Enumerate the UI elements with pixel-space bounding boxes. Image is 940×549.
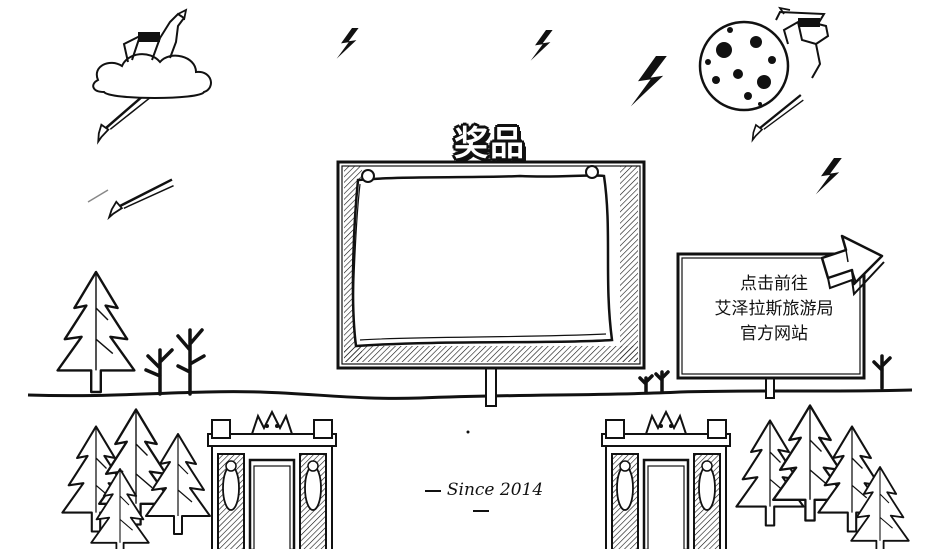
tourism-site-link[interactable]: 点击前往 艾泽拉斯旅游局 官方网站	[678, 234, 888, 382]
since-text: Since 2014	[446, 480, 544, 500]
link-line-2: 艾泽拉斯旅游局	[714, 299, 834, 319]
lightning-icon	[336, 28, 359, 59]
cloud-horse-icon	[92, 8, 212, 99]
moon-icon	[698, 20, 790, 112]
since-label: Since 2014	[414, 480, 548, 520]
gate-tower-icon	[206, 410, 338, 549]
lightning-icon	[530, 30, 553, 61]
link-line-3: 官方网站	[740, 324, 808, 344]
lightning-icon	[815, 158, 842, 195]
gate-tower-icon	[600, 410, 732, 549]
tourism-site-link-text: 点击前往 艾泽拉斯旅游局 官方网站	[684, 272, 864, 347]
pine-tree-icon	[145, 433, 211, 535]
comet-icon	[107, 174, 176, 223]
prize-board-icon	[336, 160, 646, 407]
link-line-1: 点击前往	[740, 274, 808, 294]
pine-tree-icon	[56, 270, 136, 394]
prize-board-title: 奖品	[454, 124, 526, 164]
lightning-icon	[630, 56, 667, 107]
